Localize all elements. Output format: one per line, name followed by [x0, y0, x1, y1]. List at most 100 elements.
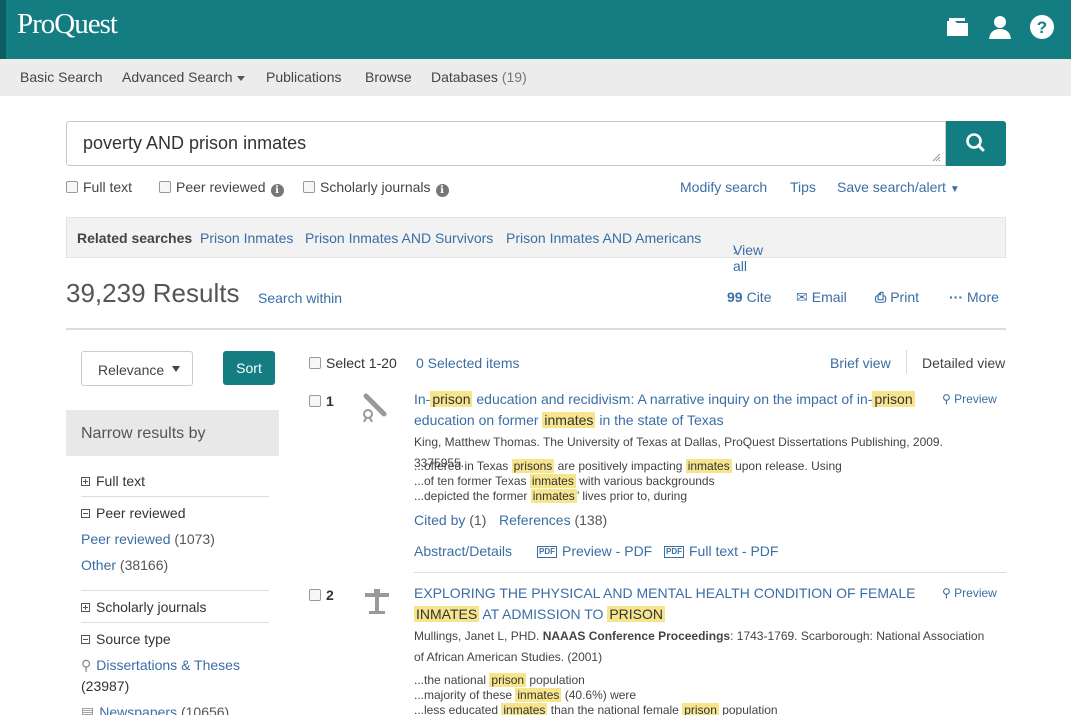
folder-icon[interactable] — [945, 14, 971, 40]
help-icon[interactable]: ? — [1029, 14, 1055, 40]
selected-items-link[interactable]: 0 Selected items — [416, 355, 520, 371]
info-icon[interactable]: i — [435, 184, 449, 197]
references-link[interactable]: References (138) — [499, 512, 607, 528]
facet-option-other[interactable]: Other (38166) — [81, 557, 168, 573]
facet-option-newspapers[interactable]: ▤ Newspapers (10656) — [81, 704, 229, 715]
title-text: AT ADMISSION TO — [479, 606, 608, 622]
snippet-highlight: inmates — [530, 489, 577, 503]
result-meta: Mullings, Janet L, PHD. NAAAS Conference… — [414, 626, 994, 668]
pdf-icon: PDF — [664, 546, 684, 558]
snippet-highlight: prison — [682, 703, 719, 715]
filter-scholarly-journals[interactable]: Scholarly journals i — [303, 179, 449, 197]
cite-button[interactable]: 99 Cite — [727, 289, 771, 305]
result-checkbox[interactable] — [309, 589, 321, 601]
sort-select[interactable]: Relevance — [81, 351, 193, 386]
snippet-text: than the national female — [547, 703, 683, 715]
info-icon[interactable]: i — [270, 184, 284, 197]
facet-option-count: (10656) — [180, 704, 230, 715]
preview-pdf-link[interactable]: PDF Preview - PDF — [537, 543, 652, 559]
brief-view-link[interactable]: Brief view — [830, 355, 891, 371]
more-button[interactable]: ··· More — [949, 289, 999, 305]
quote-icon: 99 — [727, 289, 743, 305]
filter-peer-reviewed[interactable]: Peer reviewed i — [159, 179, 284, 197]
save-search-link[interactable]: Save search/alert ▼ — [837, 179, 960, 195]
sort-select-value: Relevance — [98, 362, 165, 378]
result-checkbox[interactable] — [309, 395, 321, 407]
result-snippets: ...offered in Texas prisons are positive… — [414, 459, 994, 504]
facet-label: Full text — [96, 473, 146, 489]
proquest-logo[interactable]: ProQuest — [17, 8, 118, 41]
facet-scholarly-journals[interactable]: Scholarly journals — [81, 599, 207, 615]
references-label: References — [499, 512, 571, 528]
result-title-link[interactable]: In-prison education and recidivism: A na… — [414, 389, 934, 431]
detailed-view-label[interactable]: Detailed view — [922, 355, 1005, 371]
full-text-pdf-link[interactable]: PDF Full text - PDF — [664, 543, 778, 559]
search-input[interactable] — [83, 133, 923, 154]
preview-label: Preview — [954, 392, 997, 406]
search-icon — [966, 133, 985, 152]
facet-full-text[interactable]: Full text — [81, 473, 145, 489]
nav-basic-search[interactable]: Basic Search — [20, 69, 102, 85]
related-link[interactable]: Prison Inmates AND Survivors — [305, 230, 493, 246]
facet-option-link[interactable]: Newspapers — [99, 704, 177, 715]
title-text: education and recidivism: A narrative in… — [472, 391, 873, 407]
related-link[interactable]: Prison Inmates — [200, 230, 293, 246]
full-text-checkbox[interactable] — [66, 181, 78, 193]
sort-button[interactable]: Sort — [223, 351, 275, 385]
user-icon[interactable] — [987, 14, 1013, 40]
facet-option-link[interactable]: Other — [81, 557, 116, 573]
nav-databases-count: (19) — [501, 69, 527, 85]
related-link[interactable]: Prison Inmates AND Americans — [506, 230, 701, 246]
filter-full-text[interactable]: Full text — [66, 179, 132, 195]
nav-browse[interactable]: Browse — [365, 69, 412, 85]
cited-by-link[interactable]: Cited by (1) — [414, 512, 486, 528]
print-button[interactable]: ⎙ Print — [875, 289, 919, 306]
resize-grip-icon[interactable] — [931, 152, 941, 162]
chevron-right-icon: › — [733, 242, 738, 258]
collapse-icon — [81, 509, 90, 518]
nav-publications[interactable]: Publications — [266, 69, 342, 85]
narrow-results-heading: Narrow results by — [66, 410, 279, 456]
cite-label: Cite — [746, 289, 772, 305]
svg-text:?: ? — [1037, 18, 1047, 37]
select-all[interactable]: Select 1-20 — [309, 355, 397, 371]
snippet-line: ...of ten former Texas inmates with vari… — [414, 474, 994, 489]
nav-databases[interactable]: Databases (19) — [431, 69, 527, 85]
email-button[interactable]: ✉ Email — [796, 289, 847, 306]
facet-peer-reviewed[interactable]: Peer reviewed — [81, 505, 186, 521]
tips-link[interactable]: Tips — [790, 179, 816, 195]
preview-link[interactable]: ⚲ Preview — [942, 392, 997, 406]
snippet-text: ...less educated — [414, 703, 502, 715]
nav-databases-label: Databases — [431, 69, 498, 85]
preview-link[interactable]: ⚲ Preview — [942, 586, 997, 600]
snippet-text: population — [718, 703, 778, 715]
facet-source-type[interactable]: Source type — [81, 631, 171, 647]
search-field[interactable] — [66, 121, 946, 166]
ellipsis-icon: ··· — [949, 289, 963, 305]
top-header: ProQuest ? — [0, 0, 1071, 59]
facet-label: Scholarly journals — [96, 599, 207, 615]
facet-option-peer-reviewed[interactable]: Peer reviewed (1073) — [81, 531, 215, 547]
facet-option-count: (1073) — [174, 531, 215, 547]
search-button[interactable] — [946, 121, 1006, 166]
result-title-link[interactable]: EXPLORING THE PHYSICAL AND MENTAL HEALTH… — [414, 583, 934, 625]
title-text: in the state of Texas — [595, 412, 724, 428]
select-all-checkbox[interactable] — [309, 357, 321, 369]
nav-advanced-search[interactable]: Advanced Search — [122, 69, 245, 85]
title-highlight: prison — [872, 391, 915, 407]
newspaper-icon: ▤ — [81, 704, 95, 715]
select-all-label: Select 1-20 — [326, 355, 397, 371]
search-within-link[interactable]: Search within — [258, 290, 342, 306]
snippet-text: are positively impacting — [554, 459, 686, 473]
caret-down-icon: ▼ — [949, 184, 960, 195]
facet-option-link[interactable]: Dissertations & Theses — [96, 657, 240, 673]
snippet-highlight: prisons — [511, 459, 555, 473]
facet-option-dissertations[interactable]: ⚲ Dissertations & Theses — [81, 657, 240, 674]
facet-option-link[interactable]: Peer reviewed — [81, 531, 171, 547]
modify-search-link[interactable]: Modify search — [680, 179, 767, 195]
abstract-details-link[interactable]: Abstract/Details — [414, 543, 512, 559]
title-text: EXPLORING THE PHYSICAL AND MENTAL HEALTH… — [414, 585, 916, 601]
peer-reviewed-label: Peer reviewed — [176, 179, 266, 195]
peer-reviewed-checkbox[interactable] — [159, 181, 171, 193]
scholarly-journals-checkbox[interactable] — [303, 181, 315, 193]
